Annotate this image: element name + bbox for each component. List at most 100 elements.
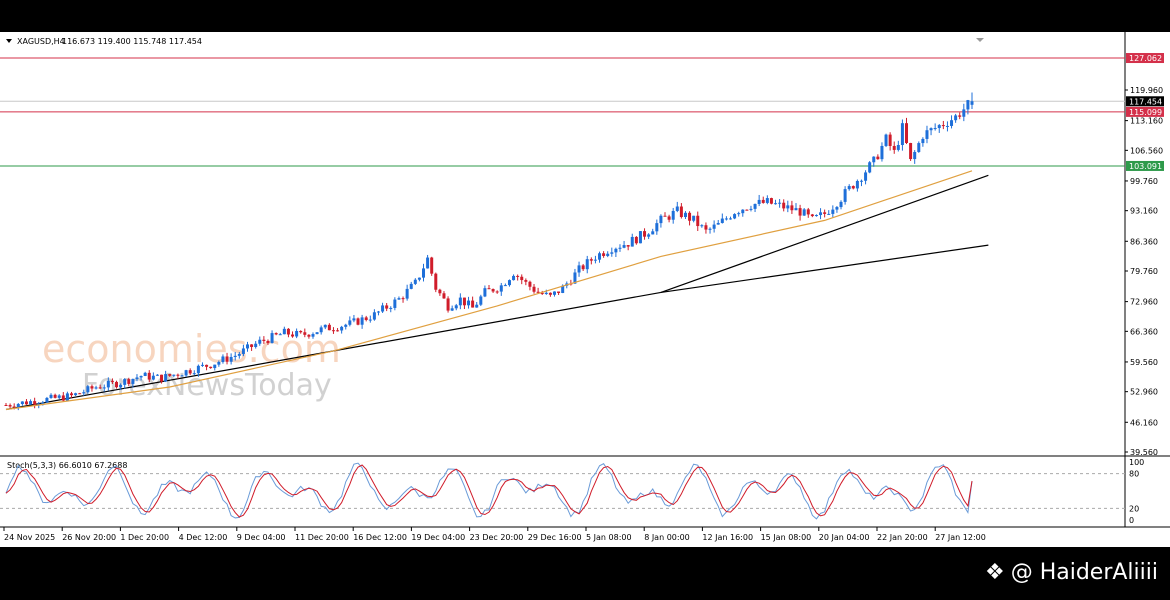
time-tick-label: 27 Jan 12:00	[935, 533, 986, 542]
candle-body	[20, 401, 24, 405]
candle-body	[69, 393, 73, 396]
candle-body	[962, 109, 966, 117]
price-tick-label: 106.560	[1130, 146, 1163, 155]
candle-body	[794, 208, 798, 211]
candle-body	[516, 275, 520, 277]
candle-body	[630, 236, 634, 247]
candle-body	[802, 209, 806, 216]
candle-body	[499, 285, 503, 292]
candle-body	[340, 326, 344, 331]
candle-body	[810, 214, 814, 217]
candle-body	[454, 305, 458, 309]
candle-body	[139, 375, 143, 378]
candle-body	[598, 253, 602, 260]
time-tick-label: 19 Dec 04:00	[411, 533, 465, 542]
candle-body	[696, 215, 700, 227]
candle-body	[471, 300, 475, 308]
candle-body	[33, 401, 37, 405]
price-axis: 119.960 113.160 106.560 99.760 93.160 86.360 7…	[1125, 86, 1163, 457]
candle-body	[327, 324, 331, 331]
candle-body	[45, 397, 49, 403]
candle-body	[184, 370, 188, 376]
candle-body	[712, 224, 716, 229]
time-tick-label: 9 Dec 04:00	[237, 533, 286, 542]
candle-body	[786, 205, 790, 209]
candle-body	[385, 305, 389, 309]
candle-body	[913, 151, 917, 160]
author-handle: ❖ @ HaiderAliiii	[985, 560, 1158, 585]
candle-body	[237, 353, 241, 356]
candle-body	[286, 328, 290, 335]
candle-body	[176, 374, 180, 376]
candle-body	[544, 292, 548, 294]
candle-body	[638, 231, 642, 244]
time-tick-label: 29 Dec 16:00	[528, 533, 582, 542]
candle-body	[192, 373, 196, 375]
price-tick-label: 66.360	[1130, 327, 1158, 336]
triangle-down-icon[interactable]	[6, 39, 12, 43]
trendline-3	[660, 244, 989, 294]
candle-body	[765, 198, 769, 203]
price-tick-label: 46.160	[1130, 418, 1158, 427]
candle-body	[688, 212, 692, 221]
chart-shift-marker[interactable]	[976, 38, 984, 42]
candle-body	[708, 228, 712, 230]
candle-body	[647, 234, 651, 237]
symbol-label: XAGUSD,H4	[17, 37, 65, 46]
candle-body	[127, 379, 131, 384]
diamond-logo-icon: ❖	[984, 560, 1005, 585]
candle-body	[368, 319, 372, 321]
chart-area[interactable]: economies.com ForexNewsToday XAGUSD,H4 1…	[0, 32, 1170, 547]
candle-body	[692, 215, 696, 221]
candle-body	[868, 162, 872, 173]
candle-body	[917, 143, 921, 152]
candle-body	[524, 280, 528, 282]
time-tick-label: 1 Dec 20:00	[120, 533, 169, 542]
price-tick-label: 72.960	[1130, 298, 1158, 307]
author-handle-text: @ HaiderAliiii	[1010, 560, 1158, 585]
candle-body	[409, 283, 413, 289]
price-tick-label: 93.160	[1130, 207, 1158, 216]
time-tick-label: 4 Dec 12:00	[179, 533, 228, 542]
time-tick-label: 12 Jan 16:00	[702, 533, 753, 542]
candle-body	[749, 208, 753, 210]
candle-body	[364, 317, 368, 320]
candle-body	[663, 215, 667, 217]
candle-body	[426, 257, 430, 269]
candle-body	[634, 236, 638, 244]
candle-body	[143, 372, 147, 376]
candle-body	[941, 125, 945, 127]
candle-body	[905, 123, 909, 143]
candle-body	[819, 212, 823, 216]
candle-body	[229, 356, 233, 362]
candle-body	[683, 212, 687, 218]
candle-body	[172, 374, 176, 376]
candle-body	[847, 186, 851, 190]
candle-body	[548, 292, 552, 295]
candle-body	[753, 203, 757, 209]
candle-body	[196, 365, 200, 374]
stoch-tick-label: 20	[1129, 504, 1139, 513]
candle-body	[950, 120, 954, 126]
price-chart[interactable]: economies.com ForexNewsToday XAGUSD,H4 1…	[0, 32, 1170, 547]
candle-body	[299, 330, 303, 333]
candle-body	[405, 288, 409, 299]
candle-body	[115, 381, 119, 388]
candle-body	[323, 324, 327, 328]
candle-body	[724, 218, 728, 220]
candle-body	[512, 275, 516, 281]
candle-body	[806, 209, 810, 215]
candle-body	[532, 286, 536, 292]
candle-body	[896, 145, 900, 150]
candle-body	[98, 387, 102, 389]
candle-body	[823, 212, 827, 214]
time-tick-label: 16 Dec 12:00	[353, 533, 407, 542]
candle-body	[397, 298, 401, 300]
price-tick-label: 113.160	[1130, 117, 1163, 126]
time-tick-label: 8 Jan 00:00	[644, 533, 690, 542]
price-tick-label: 79.760	[1130, 267, 1158, 276]
candle-body	[82, 392, 86, 394]
candle-body	[65, 393, 69, 401]
candle-body	[892, 145, 896, 150]
candle-body	[209, 366, 213, 369]
